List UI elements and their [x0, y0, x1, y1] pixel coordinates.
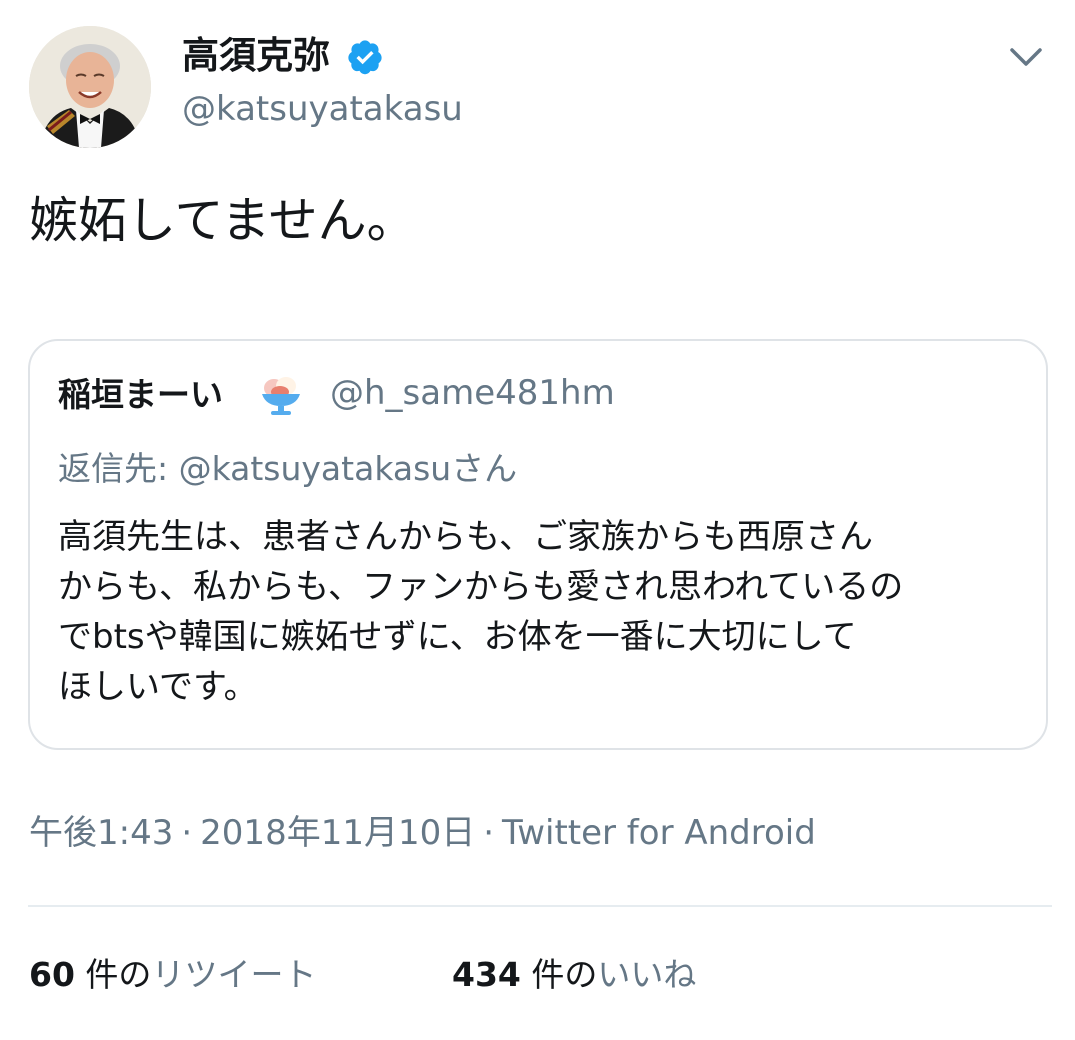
verified-badge-icon [346, 38, 384, 76]
quoted-reply-to: 返信先: @katsuyatakasuさん [58, 449, 518, 488]
retweets-unit: 件の [74, 955, 152, 994]
divider [28, 905, 1052, 907]
tweet-meta: 午後1:43 · 2018年11月10日 · Twitter for Android [29, 808, 816, 858]
quoted-display-name[interactable]: 稲垣まーい [58, 372, 223, 418]
quoted-text-line: からも、私からも、ファンからも愛され思われているの [58, 567, 904, 607]
tweet-date: 2018年11月10日 [200, 813, 476, 853]
tweet-time: 午後1:43 [29, 813, 174, 853]
author-avatar[interactable] [29, 26, 151, 148]
quoted-text: 高須先生は、患者さんからも、ご家族からも西原さん からも、私からも、ファンからも… [58, 512, 1028, 712]
profile-photo-icon [29, 26, 151, 148]
retweets-count: 60 [29, 955, 75, 994]
meta-separator: · [483, 813, 495, 853]
retweets-label: リツイート [151, 955, 317, 994]
likes-count: 434 [452, 955, 521, 994]
tweet-text: 嫉妬してません。 [29, 192, 416, 249]
meta-separator: · [181, 813, 193, 853]
quoted-text-line: ほしいです。 [58, 667, 258, 707]
chevron-down-icon[interactable] [1006, 40, 1046, 74]
quoted-text-line: でbtsや韓国に嫉妬せずに、お体を一番に大切にして [58, 617, 857, 657]
tweet-source[interactable]: Twitter for Android [502, 813, 816, 853]
author-display-name[interactable]: 高須克弥 [182, 32, 330, 80]
quoted-handle[interactable]: @h_same481hm [330, 370, 615, 416]
likes-label: いいね [597, 955, 697, 994]
likes-unit: 件の [520, 955, 598, 994]
quoted-text-line: 高須先生は、患者さんからも、ご家族からも西原さん [58, 517, 873, 557]
likes-stat[interactable]: 434 件のいいね [452, 950, 696, 1000]
shaved-ice-icon [258, 372, 304, 418]
retweets-stat[interactable]: 60 件のリツイート [29, 950, 316, 1000]
author-handle[interactable]: @katsuyatakasu [182, 86, 463, 132]
